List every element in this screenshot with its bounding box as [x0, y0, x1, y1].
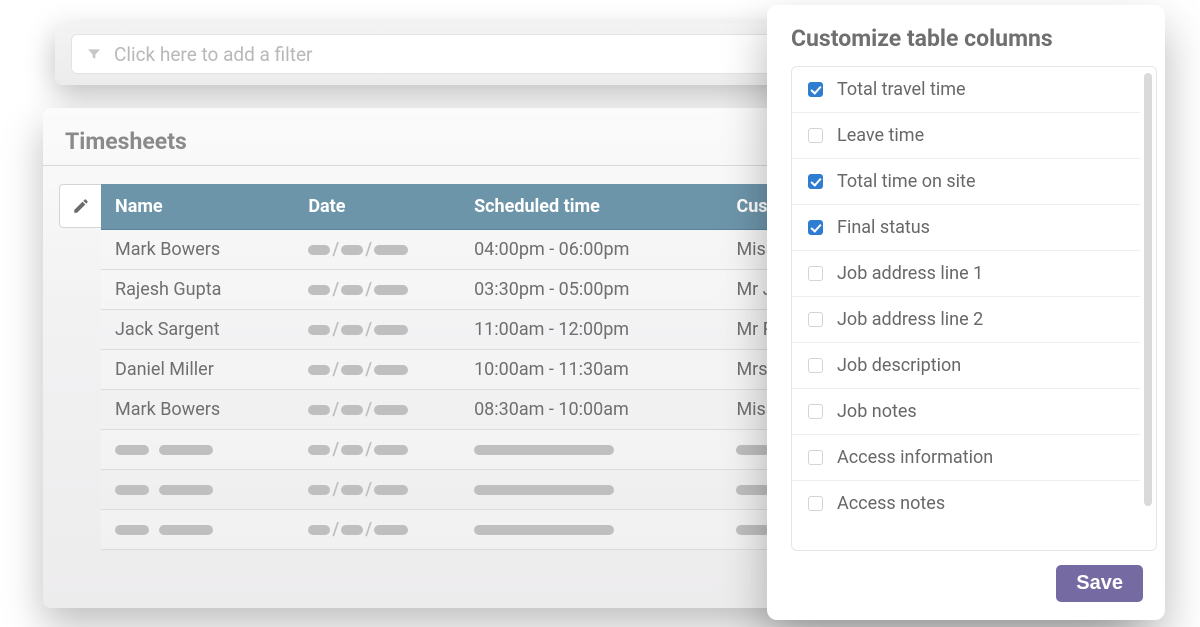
cell-scheduled: 04:00pm - 06:00pm [460, 230, 722, 270]
column-option[interactable]: Access notes [792, 481, 1140, 526]
checkbox-icon [808, 174, 823, 189]
checkbox-icon [808, 450, 823, 465]
column-option[interactable]: Access information [792, 435, 1140, 481]
column-option[interactable]: Job address line 2 [792, 297, 1140, 343]
checkbox-icon [808, 82, 823, 97]
cell-scheduled: 08:30am - 10:00am [460, 390, 722, 430]
cell-date: // [294, 390, 460, 430]
edit-columns-button[interactable] [59, 184, 101, 228]
option-label: Final status [837, 217, 930, 238]
filter-icon [86, 46, 102, 62]
cell-name: Jack Sargent [101, 310, 294, 350]
checkbox-icon [808, 496, 823, 511]
option-label: Leave time [837, 125, 924, 146]
option-label: Total travel time [837, 79, 966, 100]
column-option[interactable]: Job address line 1 [792, 251, 1140, 297]
column-option[interactable]: Total travel time [792, 67, 1140, 113]
col-scheduled[interactable]: Scheduled time [460, 184, 722, 230]
checkbox-icon [808, 220, 823, 235]
cell-name: Daniel Miller [101, 350, 294, 390]
checkbox-icon [808, 128, 823, 143]
cell-name: Rajesh Gupta [101, 270, 294, 310]
cell-date: // [294, 350, 460, 390]
cell-name: Mark Bowers [101, 390, 294, 430]
pencil-icon [72, 197, 90, 215]
option-label: Job address line 1 [837, 263, 983, 284]
column-option[interactable]: Final status [792, 205, 1140, 251]
option-label: Job description [837, 355, 961, 376]
col-date[interactable]: Date [294, 184, 460, 230]
checkbox-icon [808, 312, 823, 327]
cell-scheduled: 11:00am - 12:00pm [460, 310, 722, 350]
filter-placeholder: Click here to add a filter [114, 43, 312, 66]
option-label: Access notes [837, 493, 945, 514]
column-option[interactable]: Job notes [792, 389, 1140, 435]
column-option[interactable]: Leave time [792, 113, 1140, 159]
checkbox-icon [808, 358, 823, 373]
option-label: Job address line 2 [837, 309, 983, 330]
cell-name: Mark Bowers [101, 230, 294, 270]
option-label: Total time on site [837, 171, 976, 192]
cell-scheduled: 10:00am - 11:30am [460, 350, 722, 390]
column-option[interactable]: Job description [792, 343, 1140, 389]
save-button[interactable]: Save [1056, 565, 1143, 602]
panel-title: Customize table columns [791, 25, 1163, 52]
column-option[interactable]: Total time on site [792, 159, 1140, 205]
customize-columns-panel: Customize table columns Total travel tim… [767, 5, 1165, 620]
option-label: Job notes [837, 401, 917, 422]
cell-scheduled: 03:30pm - 05:00pm [460, 270, 722, 310]
cell-date: // [294, 310, 460, 350]
cell-date: // [294, 270, 460, 310]
cell-date: // [294, 230, 460, 270]
column-options: Total travel time Leave time Total time on… [791, 66, 1157, 551]
checkbox-icon [808, 266, 823, 281]
col-name[interactable]: Name [101, 184, 294, 230]
option-label: Access information [837, 447, 993, 468]
options-scrollbar[interactable] [1140, 67, 1156, 550]
checkbox-icon [808, 404, 823, 419]
